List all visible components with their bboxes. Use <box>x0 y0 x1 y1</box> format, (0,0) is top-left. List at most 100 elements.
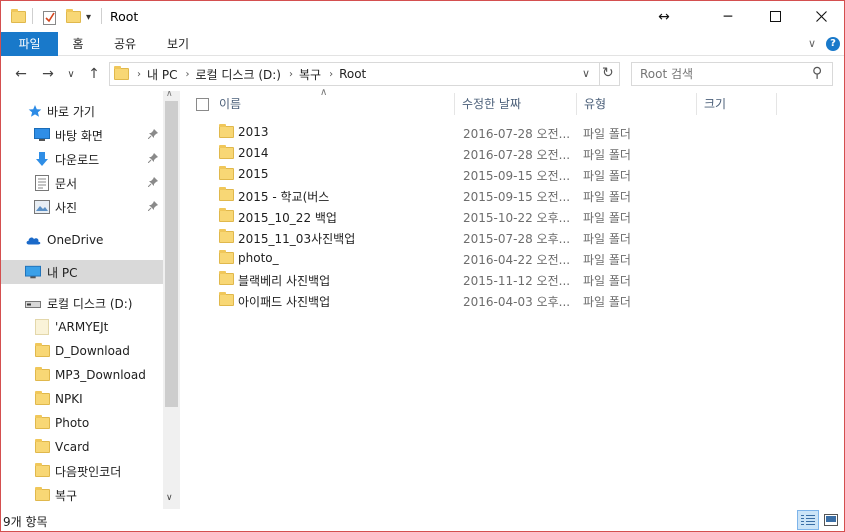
nav-item-label: 문서 <box>55 176 78 191</box>
address-bar[interactable]: › 내 PC › 로컬 디스크 (D:) › 복구 › Root ∨ ↻ <box>109 62 620 86</box>
file-row[interactable]: 2013 2016-07-28 오전... 파일 폴더 <box>216 122 646 143</box>
nav-item-label: Vcard <box>55 440 90 454</box>
refresh-button[interactable]: ↻ <box>602 65 614 81</box>
tab-file[interactable]: 파일 <box>1 32 58 56</box>
properties-icon[interactable] <box>43 8 57 26</box>
file-date: 2015-09-15 오전... <box>463 169 571 183</box>
nav-item-folder[interactable]: 다음팟인코더 <box>1 459 163 483</box>
file-type: 파일 폴더 <box>583 253 631 267</box>
recent-locations-button[interactable]: ∨ <box>63 63 79 85</box>
breadcrumb-separator[interactable]: › <box>329 69 333 80</box>
up-button[interactable]: ↑ <box>83 63 105 85</box>
close-button[interactable] <box>798 1 844 32</box>
tab-share[interactable]: 공유 <box>104 32 146 56</box>
column-divider[interactable] <box>576 93 577 115</box>
nav-scrollbar[interactable]: ∧ ∨ <box>163 91 180 509</box>
breadcrumb-root[interactable]: Root <box>339 67 366 81</box>
close-icon <box>815 11 827 22</box>
minimize-button[interactable]: ─ <box>705 1 751 32</box>
breadcrumb-drive[interactable]: 로컬 디스크 (D:) <box>195 66 280 83</box>
nav-item-this-pc[interactable]: 내 PC <box>1 260 163 284</box>
breadcrumb-separator[interactable]: › <box>289 69 293 80</box>
nav-item-pictures[interactable]: 사진 <box>1 195 163 219</box>
divider <box>101 8 102 24</box>
breadcrumb-this-pc[interactable]: 내 PC <box>147 66 177 83</box>
nav-item-folder[interactable]: NPKI <box>1 387 163 411</box>
folder-icon <box>219 292 234 306</box>
nav-item-label: 다음팟인코더 <box>55 464 122 479</box>
breadcrumb-separator[interactable]: › <box>185 69 189 80</box>
details-view-button[interactable] <box>797 510 819 530</box>
column-header-size[interactable]: 크기 <box>704 91 774 117</box>
nav-item-label: 사진 <box>55 200 78 215</box>
file-row[interactable]: 2015_10_22 백업 2015-10-22 오후... 파일 폴더 <box>216 206 646 227</box>
pin-icon[interactable] <box>147 152 158 166</box>
select-all-checkbox[interactable] <box>196 98 209 111</box>
scroll-thumb[interactable] <box>165 101 178 407</box>
file-name: 블랙베리 사진백업 <box>238 274 331 288</box>
nav-item-documents[interactable]: 문서 <box>1 171 163 195</box>
scroll-up-button[interactable]: ∧ <box>166 91 173 99</box>
scroll-down-button[interactable]: ∨ <box>166 493 173 503</box>
nav-item-label: 바탕 화면 <box>55 128 103 143</box>
file-row[interactable]: 블랙베리 사진백업 2015-11-12 오전... 파일 폴더 <box>216 269 646 290</box>
column-divider[interactable] <box>696 93 697 115</box>
folder-icon <box>34 343 50 359</box>
breadcrumb-recovery[interactable]: 복구 <box>299 66 321 83</box>
file-date: 2016-07-28 오전... <box>463 127 571 141</box>
large-icons-view-button[interactable] <box>820 510 842 530</box>
file-row[interactable]: 아이패드 사진백업 2016-04-03 오후... 파일 폴더 <box>216 290 646 311</box>
column-header-modified[interactable]: 수정한 날짜 <box>462 91 574 117</box>
document-icon <box>34 175 50 191</box>
file-date: 2016-04-22 오전... <box>463 253 571 267</box>
column-divider[interactable] <box>776 93 777 115</box>
new-folder-icon[interactable] <box>66 8 81 26</box>
search-icon[interactable]: ⚲ <box>812 65 822 81</box>
file-date: 2015-10-22 오후... <box>463 211 571 225</box>
blank-folder-icon <box>34 319 50 335</box>
file-row[interactable]: 2015 2015-09-15 오전... 파일 폴더 <box>216 164 646 185</box>
nav-item-folder[interactable]: MP3_Download <box>1 363 163 387</box>
nav-item-folder[interactable]: D_Download <box>1 339 163 363</box>
file-type: 파일 폴더 <box>583 148 631 162</box>
column-divider[interactable] <box>454 93 455 115</box>
file-row[interactable]: photo_ 2016-04-22 오전... 파일 폴더 <box>216 248 646 269</box>
tab-view[interactable]: 보기 <box>155 32 201 56</box>
folder-icon <box>34 439 50 455</box>
file-type: 파일 폴더 <box>583 127 631 141</box>
ribbon-expand-button[interactable]: ∨ <box>801 32 823 56</box>
tab-home[interactable]: 홈 <box>59 32 97 56</box>
nav-item-label: 내 PC <box>47 265 78 280</box>
nav-item-folder[interactable]: Photo <box>1 411 163 435</box>
file-type: 파일 폴더 <box>583 169 631 183</box>
nav-item-desktop[interactable]: 바탕 화면 <box>1 123 163 147</box>
folder-icon <box>219 124 234 138</box>
customize-toolbar-icon[interactable]: ▾ <box>86 8 91 26</box>
maximize-button[interactable] <box>752 1 798 32</box>
nav-item-label: 다운로드 <box>55 152 100 167</box>
address-dropdown-button[interactable]: ∨ <box>582 67 590 80</box>
help-button[interactable]: ? <box>826 37 840 51</box>
nav-item-local-disk-d[interactable]: 로컬 디스크 (D:) <box>1 291 163 315</box>
nav-item-folder[interactable]: Vcard <box>1 435 163 459</box>
nav-item-folder[interactable]: 복구 <box>1 483 163 507</box>
file-row[interactable]: 2015_11_03사진백업 2015-07-28 오후... 파일 폴더 <box>216 227 646 248</box>
desktop-icon <box>34 127 50 143</box>
pin-icon[interactable] <box>147 128 158 142</box>
forward-button[interactable]: → <box>37 63 59 85</box>
search-box[interactable]: ⚲ <box>631 62 833 86</box>
column-header-type[interactable]: 유형 <box>584 91 694 117</box>
search-input[interactable] <box>640 67 810 81</box>
nav-item-onedrive[interactable]: OneDrive <box>1 228 163 252</box>
folder-icon <box>219 166 234 180</box>
file-row[interactable]: 2014 2016-07-28 오전... 파일 폴더 <box>216 143 646 164</box>
nav-item-quick-access[interactable]: 바로 가기 <box>1 99 163 123</box>
column-header-name[interactable]: 이름 <box>219 91 449 117</box>
nav-item-downloads[interactable]: 다운로드 <box>1 147 163 171</box>
pin-icon[interactable] <box>147 176 158 190</box>
back-button[interactable]: ← <box>10 63 32 85</box>
file-row[interactable]: 2015 - 학교(버스 2015-09-15 오전... 파일 폴더 <box>216 185 646 206</box>
nav-item-label: MP3_Download <box>55 368 146 382</box>
nav-item-folder[interactable]: 'ARMYEJt <box>1 315 163 339</box>
pin-icon[interactable] <box>147 200 158 214</box>
